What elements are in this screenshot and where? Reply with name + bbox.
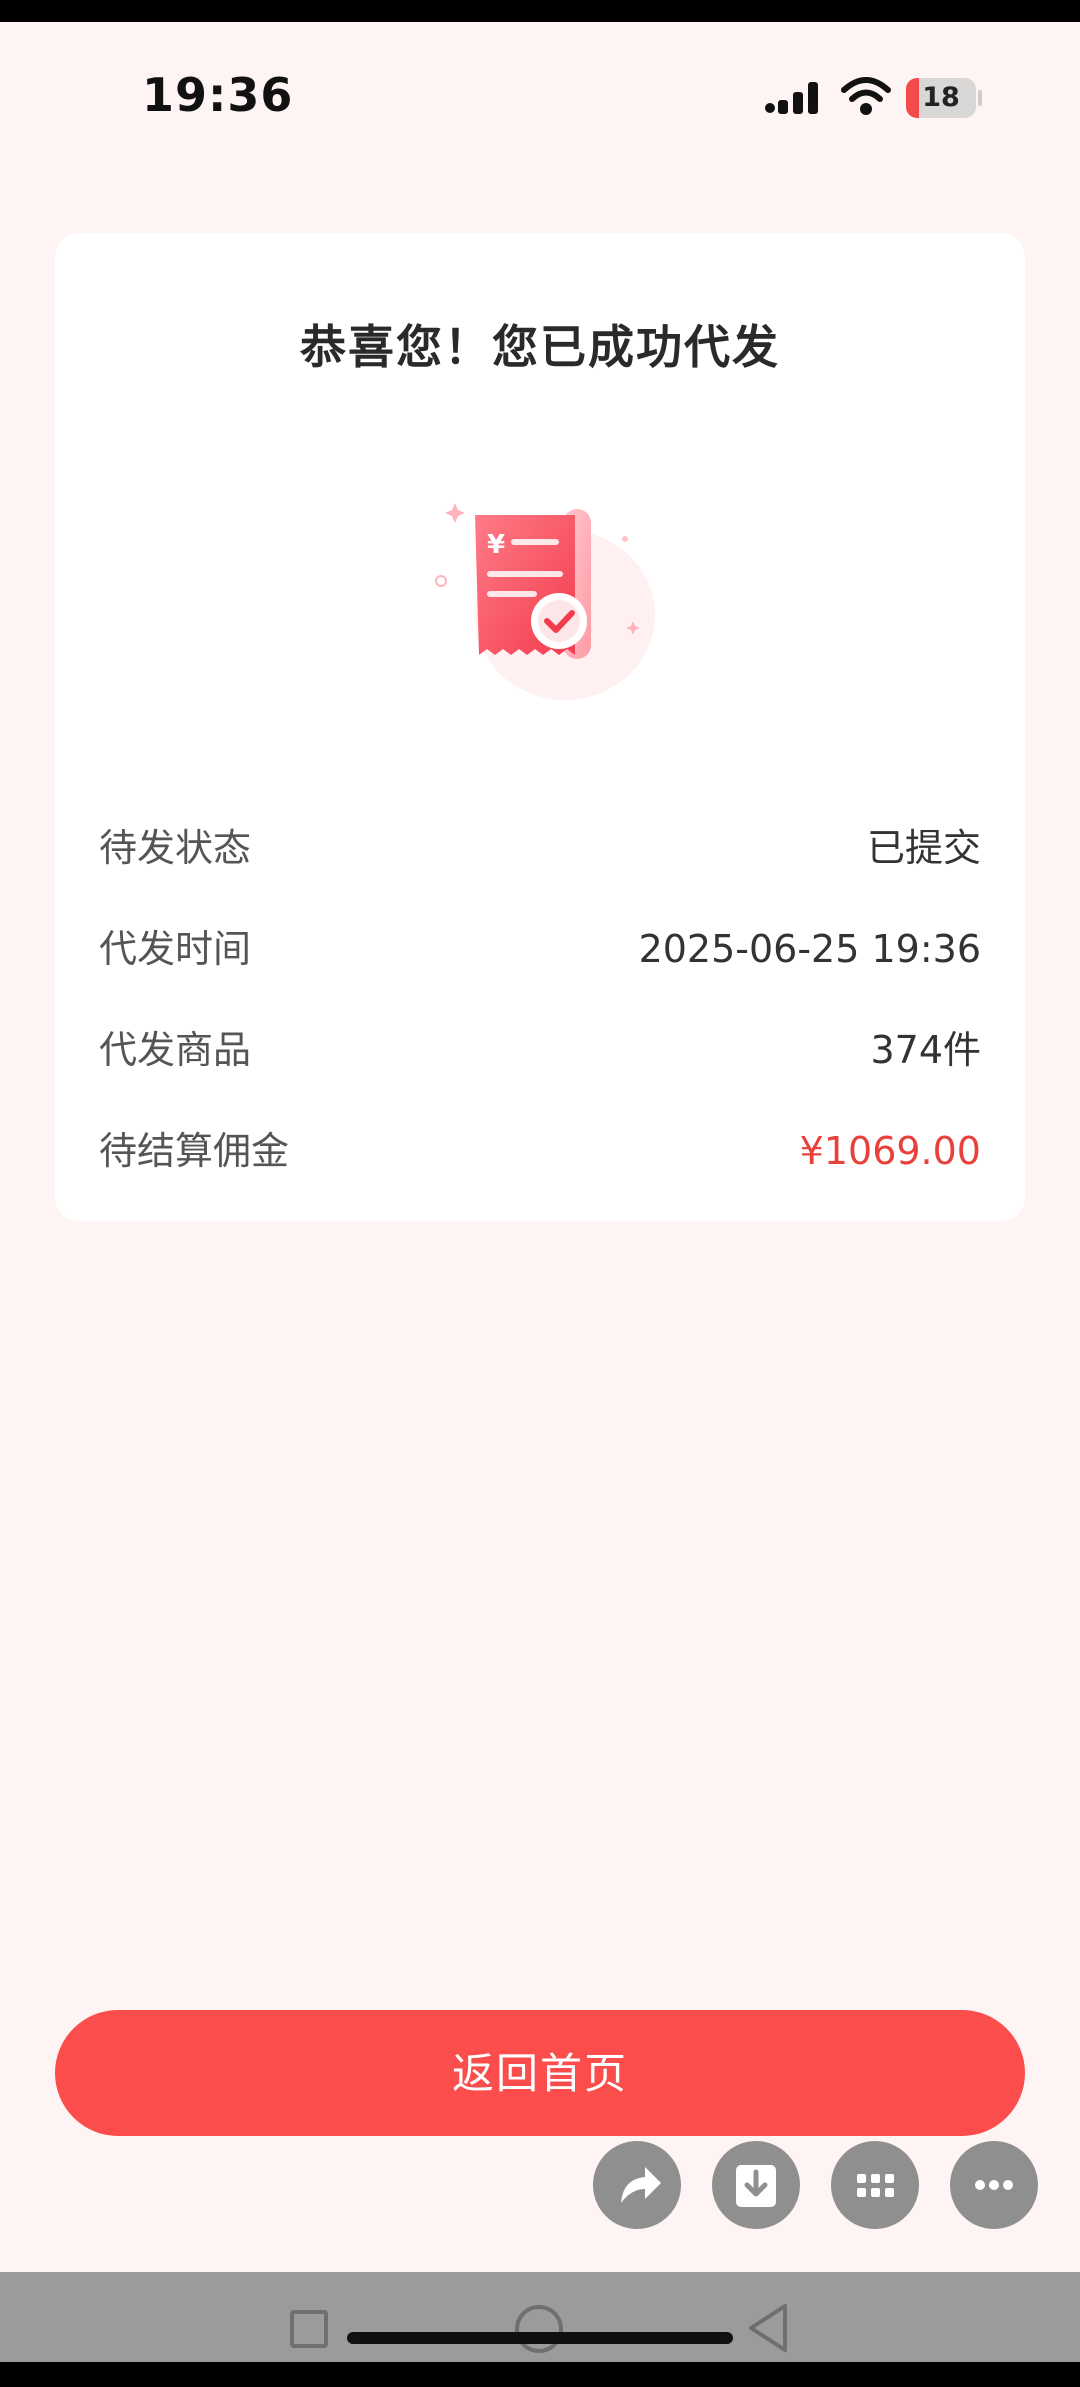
status-time: 19:36 (142, 68, 294, 122)
more-button[interactable] (950, 2141, 1038, 2229)
signal-icon (765, 82, 818, 114)
info-label: 待结算佣金 (99, 1129, 290, 1173)
home-indicator[interactable] (347, 2332, 733, 2344)
back-to-home-button[interactable]: 返回首页 (55, 2010, 1025, 2136)
info-row-commission: 待结算佣金 ¥1069.00 (99, 1116, 981, 1186)
success-title: 恭喜您！您已成功代发 (300, 320, 780, 374)
grid-menu-icon (857, 2174, 894, 2197)
back-nav-icon[interactable] (745, 2302, 791, 2354)
info-value: 2025-06-25 19:36 (638, 927, 981, 971)
receipt-success-icon: ¥ (435, 503, 655, 700)
share-button[interactable] (593, 2141, 681, 2229)
info-value: 374件 (870, 1028, 981, 1072)
info-row-time: 代发时间 2025-06-25 19:36 (99, 914, 981, 984)
download-button[interactable] (712, 2141, 800, 2229)
wifi-icon (841, 77, 891, 115)
commission-amount: ¥1069.00 (799, 1129, 981, 1173)
info-label: 待发状态 (99, 826, 252, 870)
info-row-products: 代发商品 374件 (99, 1015, 981, 1085)
more-icon (975, 2180, 1013, 2190)
download-icon (736, 2165, 776, 2207)
info-label: 代发商品 (99, 1028, 252, 1072)
info-row-status: 待发状态 已提交 (99, 813, 981, 883)
bottom-edge (0, 2362, 1080, 2387)
grid-menu-button[interactable] (831, 2141, 919, 2229)
status-bar: 19:36 18 (0, 22, 1080, 172)
info-label: 代发时间 (99, 927, 252, 971)
recent-apps-button[interactable] (290, 2310, 328, 2348)
system-nav-bar (0, 2272, 1080, 2362)
share-icon (621, 2167, 661, 2203)
info-value: 已提交 (866, 826, 981, 870)
top-edge (0, 0, 1080, 22)
battery-level: 18 (922, 82, 960, 113)
home-nav-button[interactable] (515, 2305, 563, 2353)
svg-text:¥: ¥ (487, 530, 505, 560)
success-card: 恭喜您！您已成功代发 ¥ 待发状态 已提交 代发时间 2025-06-25 19… (55, 233, 1025, 1221)
battery-icon: 18 (906, 78, 982, 118)
